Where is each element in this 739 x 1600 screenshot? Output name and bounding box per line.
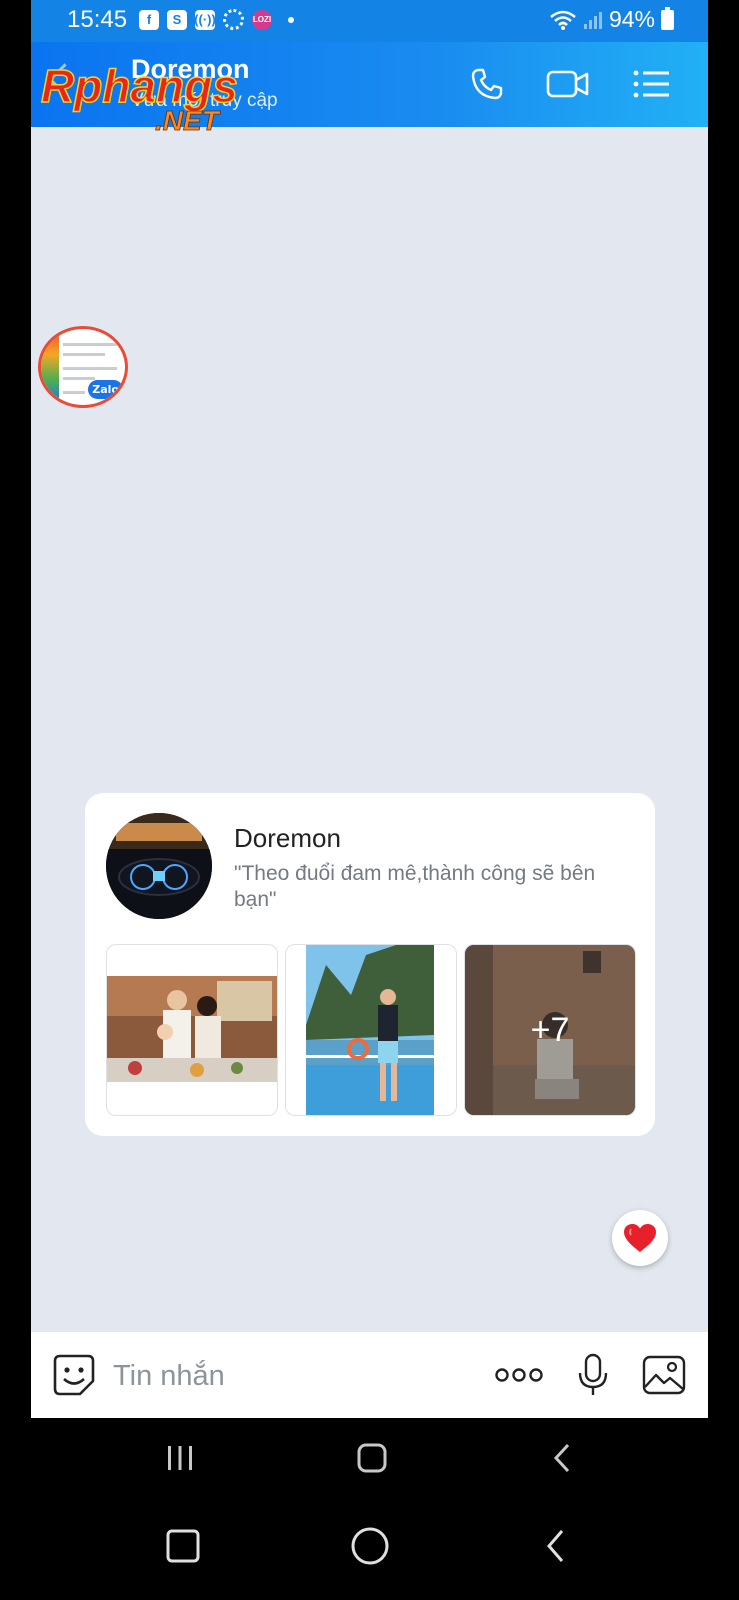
overview-button[interactable] xyxy=(163,1526,203,1566)
system-nav-bar xyxy=(0,1418,739,1498)
profile-photo-1[interactable] xyxy=(106,944,278,1116)
travel-photo xyxy=(306,945,434,1115)
more-notifications-dot xyxy=(288,16,294,23)
family-photo xyxy=(107,976,277,1082)
more-dots-icon xyxy=(495,1368,543,1382)
home-circle-button[interactable] xyxy=(348,1524,392,1568)
back-button[interactable] xyxy=(542,1440,582,1476)
message-input[interactable]: Tin nhắn xyxy=(113,1360,225,1393)
profile-card[interactable]: Doremon "Theo đuổi đam mê,thành công sẽ … xyxy=(85,793,655,1136)
profile-photo-3[interactable]: +7 xyxy=(464,944,636,1116)
thumbnail-line xyxy=(63,353,105,356)
sticker-smile-icon xyxy=(53,1354,95,1396)
app-screen: 15:45 f S ((·)) LOZI 94% Doremon Vừa mới… xyxy=(31,0,708,1418)
emoji-button[interactable] xyxy=(51,1352,97,1398)
s-icon: S xyxy=(167,9,187,30)
menu-button[interactable] xyxy=(629,62,673,106)
back-chevron-icon xyxy=(547,1530,564,1562)
facebook-icon: f xyxy=(139,9,159,30)
send-image-button[interactable] xyxy=(641,1352,687,1398)
lozi-icon: LOZI xyxy=(252,9,272,30)
voice-record-button[interactable] xyxy=(570,1352,616,1398)
chat-header: Doremon Vừa mới truy cập Rphangs .NET xyxy=(31,42,708,134)
microphone-icon xyxy=(578,1353,608,1395)
back-triangle-button[interactable] xyxy=(536,1524,576,1568)
shared-link-thumbnail[interactable]: Zalo xyxy=(38,326,128,408)
battery-icon xyxy=(661,6,674,30)
thumbnail-line xyxy=(63,391,85,394)
circle-icon xyxy=(351,1527,389,1565)
thumbnail-line xyxy=(63,377,95,380)
battery-percent: 94% xyxy=(608,6,655,32)
thumbnail-line xyxy=(63,367,117,370)
profile-quote: "Theo đuổi đam mê,thành công sẽ bên bạn" xyxy=(234,862,596,911)
video-call-button[interactable] xyxy=(546,62,590,106)
square-icon xyxy=(166,1529,200,1563)
more-options-button[interactable] xyxy=(491,1352,547,1398)
list-menu-icon xyxy=(633,70,669,98)
phone-icon xyxy=(471,68,503,100)
thumbnail-color-strip xyxy=(41,329,59,405)
notification-icons: f S ((·)) LOZI xyxy=(139,9,294,30)
zalo-logo: Zalo xyxy=(88,380,123,399)
status-right: 94% xyxy=(549,6,674,33)
recent-apps-icon xyxy=(168,1446,192,1470)
heart-reaction-button[interactable] xyxy=(612,1210,668,1266)
home-rounded-square-icon xyxy=(357,1443,387,1473)
photo-row: +7 xyxy=(106,944,636,1116)
avatar[interactable] xyxy=(106,813,212,919)
broadcast-icon: ((·)) xyxy=(194,9,216,30)
home-button[interactable] xyxy=(352,1438,392,1478)
status-bar: 15:45 f S ((·)) LOZI 94% xyxy=(31,0,708,42)
image-icon xyxy=(642,1355,686,1395)
avatar-image xyxy=(106,813,212,919)
profile-photo-2[interactable] xyxy=(285,944,457,1116)
watermark-logo: Rphangs .NET xyxy=(40,59,238,134)
recent-apps-button[interactable] xyxy=(160,1440,200,1476)
back-chevron-icon xyxy=(553,1443,570,1473)
more-photos-overlay[interactable]: +7 xyxy=(465,945,635,1115)
thumbnail-line xyxy=(63,343,117,346)
wifi-icon xyxy=(550,10,576,30)
message-input-bar: Tin nhắn xyxy=(31,1332,708,1418)
profile-name: Doremon xyxy=(234,823,341,853)
voice-call-button[interactable] xyxy=(465,62,509,106)
signal-icon xyxy=(583,11,602,29)
heart-icon xyxy=(624,1224,656,1252)
watermark-sub: .NET xyxy=(155,105,222,134)
status-time: 15:45 xyxy=(67,6,128,33)
loading-icon xyxy=(223,9,244,30)
system-nav-bar-secondary xyxy=(0,1498,739,1600)
video-camera-icon xyxy=(546,70,589,98)
